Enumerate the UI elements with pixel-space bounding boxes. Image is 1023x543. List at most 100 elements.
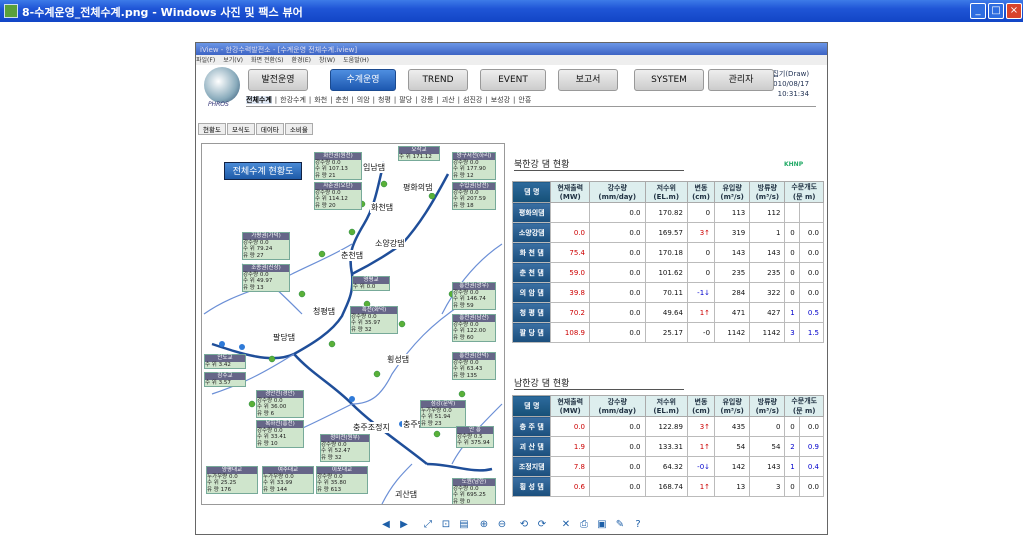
dam-label[interactable]: 소양강댐 xyxy=(374,238,406,249)
station-box[interactable]: 흑천(화덕) 강수량 0.0 수 위 35.97 유 량 32 xyxy=(350,306,398,334)
fit-icon[interactable]: ⤢ xyxy=(422,519,434,531)
table-row[interactable]: 횡 성 댐 0.6 0.0 168.74 1↑ 13 3 0 0.0 xyxy=(511,476,825,497)
view-tab[interactable]: 현황도 xyxy=(198,123,226,135)
tab-2[interactable]: TREND xyxy=(408,69,468,91)
tab-5[interactable]: SYSTEM xyxy=(634,69,704,91)
dam-name-cell[interactable]: 소양강댐 xyxy=(511,222,552,243)
dam-name-cell[interactable]: 청 평 댐 xyxy=(511,302,552,323)
subnav-item[interactable]: 한강수계 xyxy=(280,96,306,104)
tab-6[interactable]: 관리자 xyxy=(708,69,774,91)
table-row[interactable]: 괴 산 댐 1.9 0.0 133.31 1↑ 54 54 2 0.9 xyxy=(511,436,825,457)
station-box[interactable]: 홍천권(광우) 강수량 0.0 수 위 146.74 유 량 59 xyxy=(452,282,496,310)
station-box[interactable]: 섬강(문막) 누가우량 0.0 수 위 51.94 유 량 23 xyxy=(420,400,466,428)
station-box[interactable]: 화천권(원천) 강수량 0.0 수 위 107.13 유 량 21 xyxy=(314,152,362,180)
station-box[interactable]: 경안천(경안) 강수량 0.0 수 위 36.00 유 량 6 xyxy=(256,390,304,418)
subnav-item[interactable]: 괴산 xyxy=(442,96,455,104)
station-box[interactable]: 수입권(남전) 강수량 0.0 수 위 207.59 유 량 18 xyxy=(452,182,496,210)
subnav-item[interactable]: 전체수계 xyxy=(246,96,272,104)
dam-label[interactable]: 팔당댐 xyxy=(272,332,297,343)
menu-item[interactable]: 도움말(H) xyxy=(343,57,369,64)
station-box[interactable]: 조종권(신상) 강수량 0.0 수 위 49.97 유 량 13 xyxy=(242,264,290,292)
table-row[interactable]: 평화의댐 0.0 170.82 0 113 112 xyxy=(511,202,825,223)
menu-item[interactable]: 보기(V) xyxy=(223,57,243,64)
station-box[interactable]: 가평권(가덕) 강수량 0.0 수 위 79.24 유 량 27 xyxy=(242,232,290,260)
tab-4[interactable]: 보고서 xyxy=(558,69,618,91)
table-row[interactable]: 충 주 댐 0.0 0.0 122.89 3↑ 435 0 0 0.0 xyxy=(511,416,825,437)
zoom-out-icon[interactable]: ⊖ xyxy=(496,519,508,531)
subnav-item[interactable]: 화천 xyxy=(314,96,327,104)
station-box[interactable]: 홍천권(한덕) 강수량 0.0 수 위 63.43 유 량 135 xyxy=(452,352,496,380)
table-row[interactable]: 청 평 댐 70.2 0.0 49.64 1↑ 471 427 1 0.5 xyxy=(511,302,825,323)
subnav-item[interactable]: 보성강 xyxy=(491,96,510,104)
station-box[interactable]: 복하천(흥천) 강수량 0.0 수 위 33.41 유 량 10 xyxy=(256,420,304,448)
dam-name-cell[interactable]: 화 천 댐 xyxy=(511,242,552,263)
menu-item[interactable]: 화면 전환(S) xyxy=(251,57,283,64)
table-row[interactable]: 조정지댐 7.8 0.0 64.32 -0↓ 142 143 1 0.4 xyxy=(511,456,825,477)
station-box[interactable]: 청미천(원부) 강수량 0.0 수 위 52.47 유 량 32 xyxy=(320,434,370,462)
menu-item[interactable]: 파일(F) xyxy=(196,57,215,64)
dam-name-cell[interactable]: 충 주 댐 xyxy=(511,416,552,437)
station-box[interactable]: 도원(남한) 강수량 0.0 수 위 695.25 유 량 0 xyxy=(452,478,496,504)
rotate-left-icon[interactable]: ⟲ xyxy=(518,519,530,531)
station-box[interactable]: 잠수교 수 위 3.57 xyxy=(204,372,246,387)
station-box[interactable]: 오작교 수 위 171.12 xyxy=(398,146,440,161)
subnav-item[interactable]: 의암 xyxy=(357,96,370,104)
subnav-item[interactable]: 팔당 xyxy=(399,96,412,104)
table-row[interactable]: 춘 천 댐 59.0 0.0 101.62 0 235 235 0 0.0 xyxy=(511,262,825,283)
station-box[interactable]: 양평대교 누가우량 0.0 수 위 25.25 유 량 176 xyxy=(206,466,258,494)
dam-label[interactable]: 화천댐 xyxy=(370,202,395,213)
subnav-item[interactable]: 춘천 xyxy=(336,96,349,104)
prev-icon[interactable]: ◀ xyxy=(380,519,392,531)
next-icon[interactable]: ▶ xyxy=(398,519,410,531)
minimize-button[interactable]: _ xyxy=(970,3,986,19)
station-box[interactable]: 안도교 수 위 3.42 xyxy=(204,354,246,369)
view-tab[interactable]: 모식도 xyxy=(226,123,255,135)
station-box[interactable]: 영평교 수 위 0.0 xyxy=(352,276,390,291)
menu-item[interactable]: 창(W) xyxy=(319,57,335,64)
dam-label[interactable]: 괴산댐 xyxy=(394,489,419,500)
station-box[interactable]: 양구서천(하리) 강수량 0.0 수 위 177.90 유 량 12 xyxy=(452,152,496,180)
subnav-item[interactable]: 청평 xyxy=(378,96,391,104)
delete-icon[interactable]: ✕ xyxy=(560,519,572,531)
dam-label[interactable]: 평화의댐 xyxy=(402,182,434,193)
dam-name-cell[interactable]: 괴 산 댐 xyxy=(511,436,552,457)
close-button[interactable]: × xyxy=(1006,3,1022,19)
save-icon[interactable]: ▣ xyxy=(596,519,608,531)
station-box[interactable]: 안 흥 강수량 0.5 수 위 375.94 xyxy=(456,426,494,448)
station-box[interactable]: 여주대교 누가우량 0.0 수 위 33.99 유 량 144 xyxy=(262,466,314,494)
edit-icon[interactable]: ✎ xyxy=(614,519,626,531)
help-icon[interactable]: ? xyxy=(632,519,644,531)
table-row[interactable]: 팔 당 댐 108.9 0.0 25.17 -0 1142 1142 3 1.5 xyxy=(511,322,825,343)
tab-1[interactable]: 수계운영 xyxy=(330,69,396,91)
table-row[interactable]: 소양강댐 0.0 0.0 169.57 3↑ 319 1 0 0.0 xyxy=(511,222,825,243)
tab-3[interactable]: EVENT xyxy=(480,69,546,91)
subnav-item[interactable]: 섬진강 xyxy=(463,96,482,104)
view-tab[interactable]: 데이타 xyxy=(255,123,284,135)
dam-label[interactable]: 횡성댐 xyxy=(386,354,411,365)
dam-name-cell[interactable]: 평화의댐 xyxy=(511,202,552,223)
dam-label[interactable]: 청평댐 xyxy=(312,306,337,317)
maximize-button[interactable]: □ xyxy=(988,3,1004,19)
tab-0[interactable]: 발전운영 xyxy=(248,69,308,91)
subnav-item[interactable]: 안흥 xyxy=(518,96,531,104)
dam-name-cell[interactable]: 조정지댐 xyxy=(511,456,552,477)
dam-label[interactable]: 임남댐 xyxy=(362,162,387,173)
menu-item[interactable]: 환경(E) xyxy=(292,57,312,64)
table-row[interactable]: 의 암 댐 39.8 0.0 70.11 -1↓ 284 322 0 0.0 xyxy=(511,282,825,303)
slideshow-icon[interactable]: ▤ xyxy=(458,519,470,531)
dam-name-cell[interactable]: 횡 성 댐 xyxy=(511,476,552,497)
table-row[interactable]: 화 천 댐 75.4 0.0 170.18 0 143 143 0 0.0 xyxy=(511,242,825,263)
station-box[interactable]: 홍천권(남산) 강수량 0.0 수 위 122.00 유 량 60 xyxy=(452,314,496,342)
station-box[interactable]: 자춘권(오탄) 강수량 0.0 수 위 114.12 유 량 20 xyxy=(314,182,362,210)
dam-label[interactable]: 춘천댐 xyxy=(340,250,365,261)
print-icon[interactable]: ⎙ xyxy=(578,519,590,531)
station-box[interactable]: 이포대교 강수량 0.0 수 위 35.80 유 량 613 xyxy=(316,466,368,494)
dam-name-cell[interactable]: 팔 당 댐 xyxy=(511,322,552,343)
zoom-in-icon[interactable]: ⊕ xyxy=(478,519,490,531)
view-tab[interactable]: 소비율 xyxy=(284,123,313,135)
dam-name-cell[interactable]: 춘 천 댐 xyxy=(511,262,552,283)
rotate-right-icon[interactable]: ⟳ xyxy=(536,519,548,531)
actual-size-icon[interactable]: ⊡ xyxy=(440,519,452,531)
subnav-item[interactable]: 강릉 xyxy=(421,96,434,104)
dam-label[interactable]: 충주조정지 xyxy=(352,422,391,433)
